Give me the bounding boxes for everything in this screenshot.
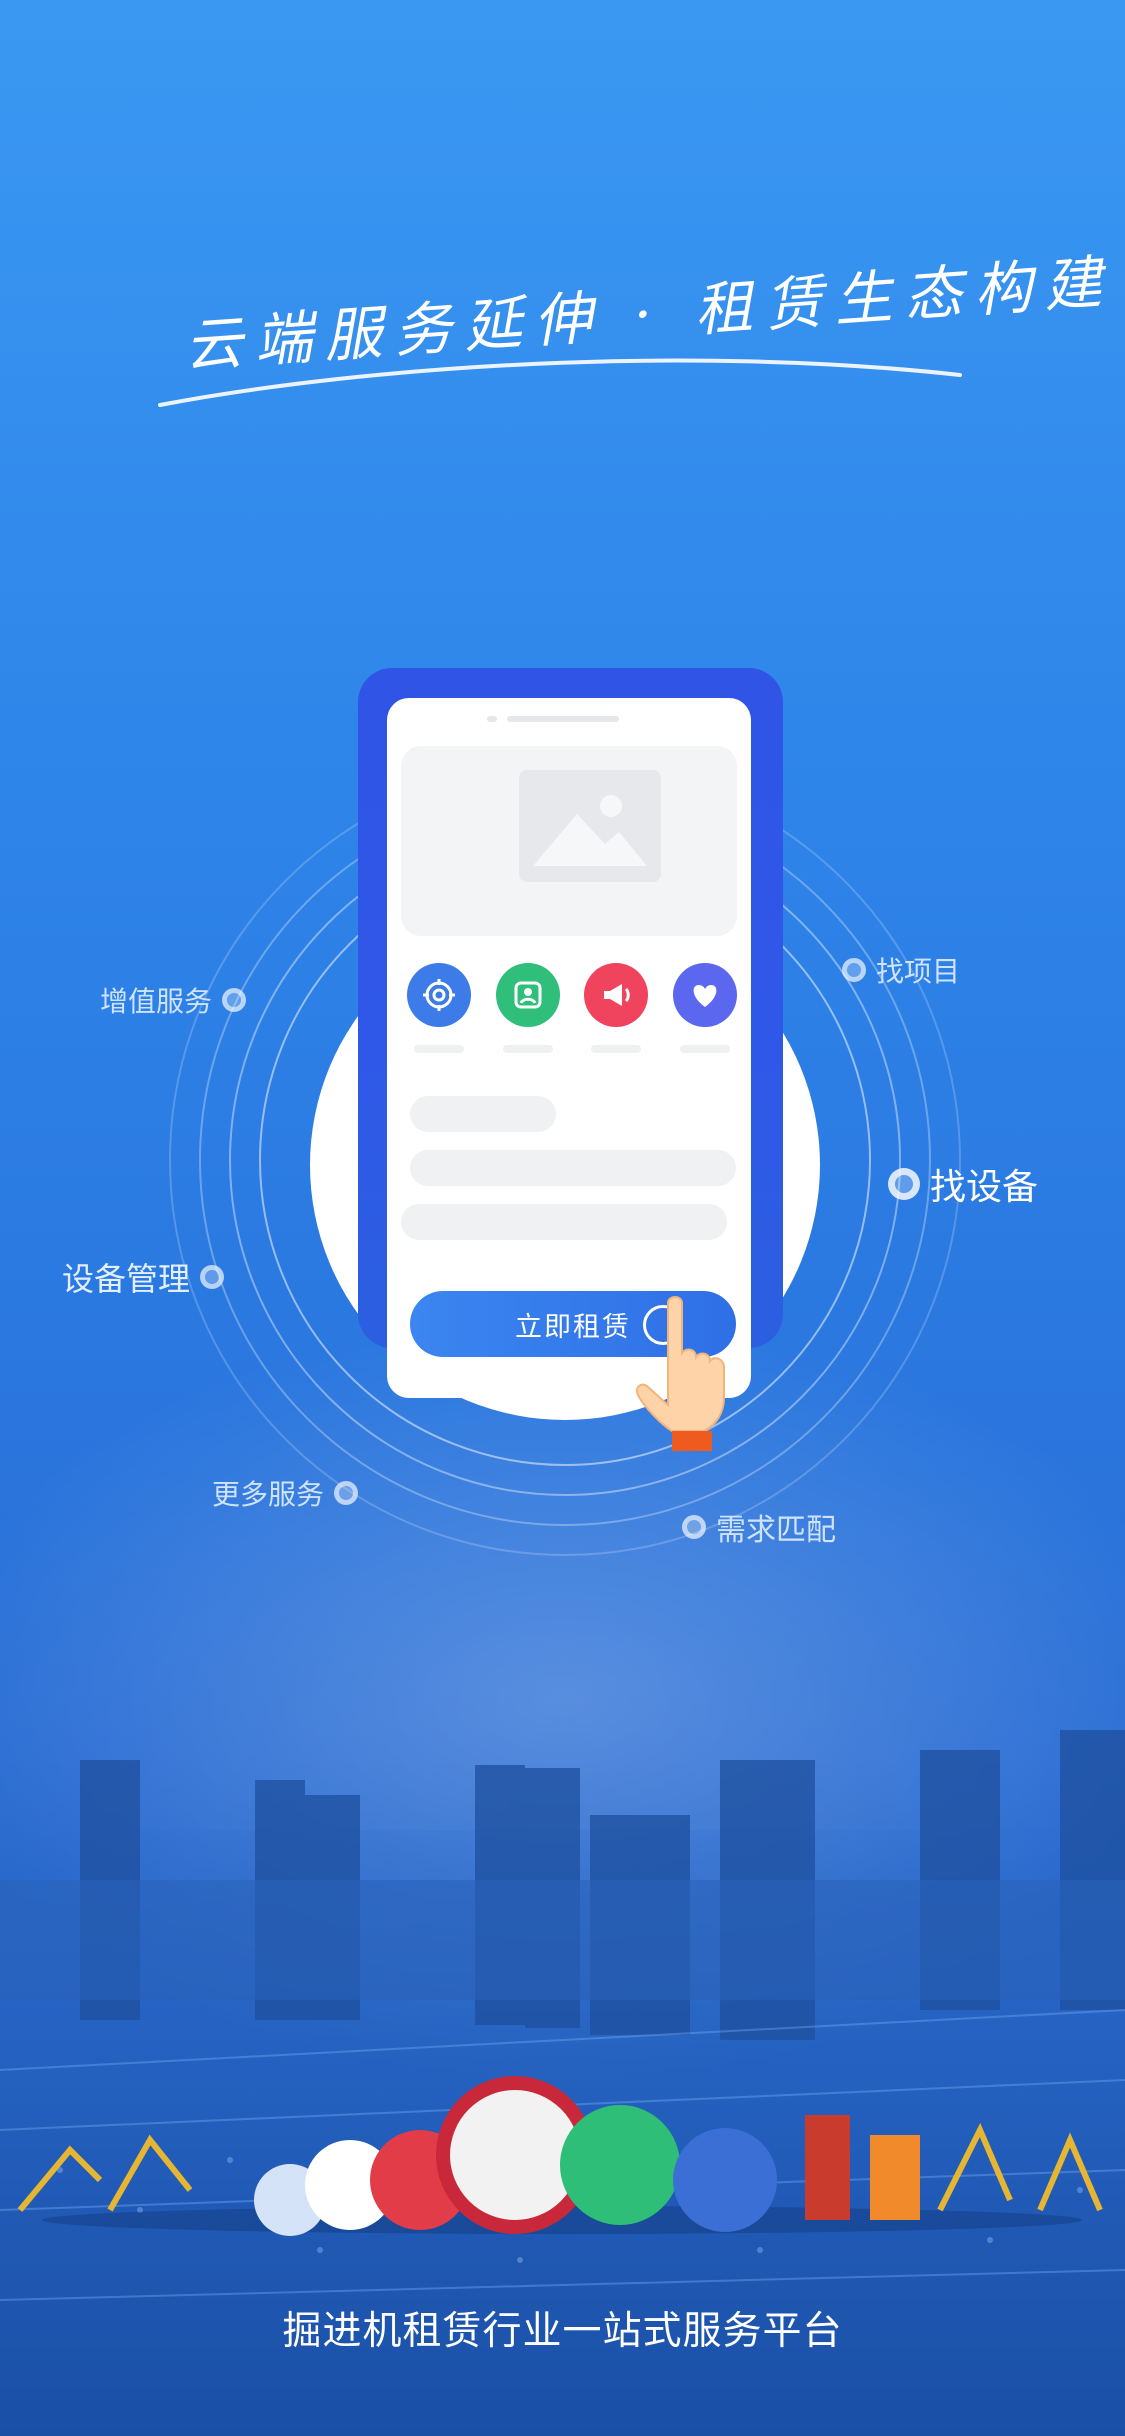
contacts-icon bbox=[495, 963, 560, 1027]
tunnel-machines-illustration bbox=[17, 2076, 1103, 2236]
orbit-dot-icon bbox=[222, 988, 247, 1012]
orbit-value-added-label: 增值服务 bbox=[100, 985, 213, 1018]
orbit-find-equipment[interactable]: 找设备 bbox=[888, 1158, 1038, 1210]
quick-item-settings[interactable] bbox=[407, 963, 471, 1053]
orbit-find-equipment-label: 找设备 bbox=[930, 1167, 1039, 1208]
skeleton-line bbox=[410, 1096, 556, 1132]
pointing-hand-icon bbox=[636, 1296, 725, 1451]
orbit-value-added[interactable]: 增值服务 bbox=[100, 980, 247, 1020]
speaker-dot bbox=[487, 716, 497, 722]
quick-item-announce[interactable] bbox=[584, 963, 649, 1053]
orbit-dot-icon bbox=[888, 1168, 920, 1200]
quick-item-favorite[interactable] bbox=[672, 963, 737, 1053]
heart-icon bbox=[672, 963, 737, 1027]
quick-item-contacts[interactable] bbox=[495, 963, 560, 1053]
orbit-equipment-mgmt-label: 设备管理 bbox=[62, 1260, 191, 1298]
orbit-dot-icon bbox=[334, 1481, 359, 1505]
settings-gear-icon bbox=[407, 963, 471, 1027]
skeleton-line bbox=[410, 1150, 736, 1186]
footer-tagline: 掘进机租赁行业一站式服务平台 bbox=[282, 2309, 843, 2354]
quick-label-placeholder bbox=[414, 1045, 464, 1053]
orbit-equipment-mgmt[interactable]: 设备管理 bbox=[62, 1254, 225, 1300]
image-placeholder-icon bbox=[519, 770, 661, 882]
speaker-bar bbox=[507, 716, 619, 722]
orbit-demand-match-label: 需求匹配 bbox=[716, 1513, 836, 1548]
orbit-more-services-label: 更多服务 bbox=[212, 1478, 325, 1511]
quick-menu bbox=[407, 963, 737, 1053]
orbit-find-project[interactable]: 找项目 bbox=[842, 950, 960, 990]
quick-label-placeholder bbox=[502, 1045, 553, 1053]
quick-label-placeholder bbox=[591, 1045, 642, 1053]
banner-placeholder bbox=[401, 746, 737, 936]
orbit-find-project-label: 找项目 bbox=[876, 955, 961, 988]
rent-now-label: 立即租赁 bbox=[515, 1311, 631, 1343]
skeleton-line bbox=[401, 1204, 727, 1240]
orbit-dot-icon bbox=[200, 1265, 225, 1289]
megaphone-icon bbox=[584, 963, 649, 1027]
orbit-dot-icon bbox=[842, 958, 866, 982]
orbit-dot-icon bbox=[682, 1515, 706, 1539]
splash-screen: 云端服务延伸 · 租赁生态构建 增值服务 找项目 找设备 设备管理 更多服务 需… bbox=[0, 0, 1125, 2436]
quick-label-placeholder bbox=[679, 1045, 730, 1053]
orbit-demand-match[interactable]: 需求匹配 bbox=[682, 1505, 836, 1549]
orbit-more-services[interactable]: 更多服务 bbox=[212, 1473, 359, 1513]
slogan-swoosh bbox=[158, 358, 962, 407]
